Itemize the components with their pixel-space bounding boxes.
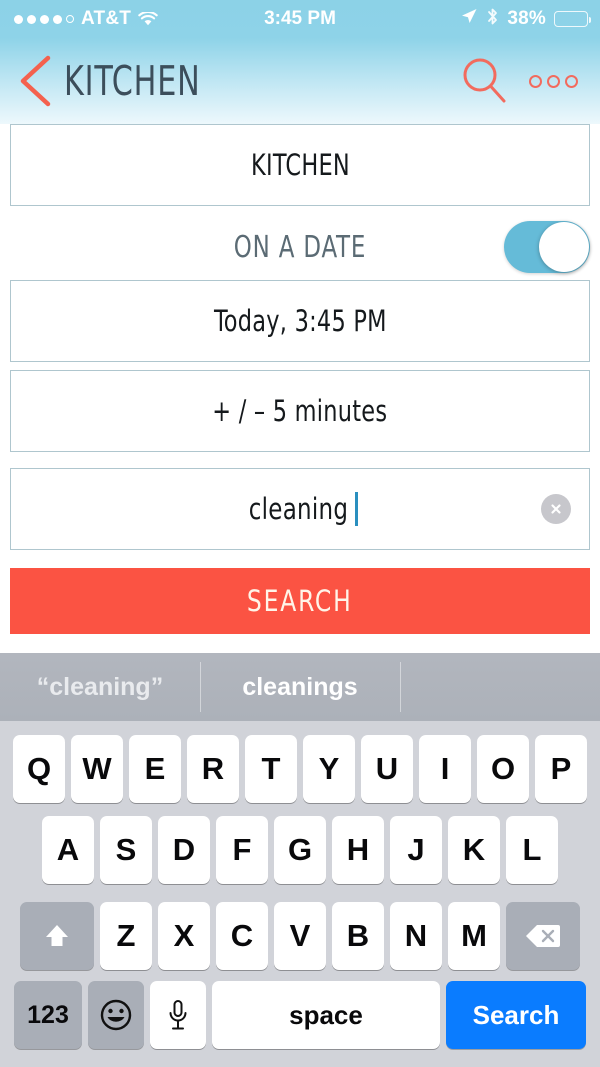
date-field-value: Today, 3:45 PM — [213, 304, 387, 338]
return-search-key[interactable]: Search — [446, 981, 586, 1049]
on-a-date-toggle[interactable] — [504, 221, 590, 273]
form-content: KITCHEN ON A DATE Today, 3:45 PM + / – 5… — [0, 124, 600, 634]
name-field[interactable]: KITCHEN — [10, 124, 590, 206]
key-a[interactable]: A — [42, 816, 94, 884]
search-input-value: cleaning — [248, 492, 348, 526]
tolerance-field-value: + / – 5 minutes — [212, 394, 388, 428]
key-q[interactable]: Q — [13, 735, 65, 803]
nav-actions — [459, 55, 600, 107]
battery-icon — [554, 11, 591, 27]
clear-circle-icon[interactable] — [541, 494, 571, 524]
key-j[interactable]: J — [390, 816, 442, 884]
suggestion-label: cleanings — [242, 672, 358, 701]
date-field[interactable]: Today, 3:45 PM — [10, 280, 590, 362]
suggestion-empty[interactable] — [400, 653, 600, 721]
search-button[interactable]: SEARCH — [10, 568, 590, 634]
key-n[interactable]: N — [390, 902, 442, 970]
backspace-icon[interactable] — [506, 902, 580, 970]
text-cursor — [355, 492, 359, 526]
search-button-label: SEARCH — [247, 584, 353, 618]
name-field-value: KITCHEN — [250, 148, 350, 182]
keyboard-row-3: ZXCVBNM — [0, 893, 600, 979]
suggestion-word[interactable]: cleanings — [200, 653, 400, 721]
microphone-icon[interactable] — [150, 981, 206, 1049]
on-a-date-label: ON A DATE — [233, 229, 367, 265]
back-chevron-icon[interactable] — [14, 54, 60, 108]
key-p[interactable]: P — [535, 735, 587, 803]
more-dot — [529, 74, 542, 88]
emoji-smiley-icon[interactable] — [88, 981, 144, 1049]
key-g[interactable]: G — [274, 816, 326, 884]
key-c[interactable]: C — [216, 902, 268, 970]
page-title: KITCHEN — [64, 57, 201, 105]
nav-bar: KITCHEN — [0, 38, 600, 124]
key-y[interactable]: Y — [303, 735, 355, 803]
key-v[interactable]: V — [274, 902, 326, 970]
key-s[interactable]: S — [100, 816, 152, 884]
key-u[interactable]: U — [361, 735, 413, 803]
key-f[interactable]: F — [216, 816, 268, 884]
search-input[interactable]: cleaning — [10, 468, 590, 550]
app-root: AT&T 3:45 PM 38% KITCHEN KITCHEN ON A DA… — [0, 0, 600, 1067]
keyboard-row-3-letters: ZXCVBNM — [100, 902, 500, 970]
keyboard-row-1: QWERTYUIOP — [0, 721, 600, 807]
key-w[interactable]: W — [71, 735, 123, 803]
key-t[interactable]: T — [245, 735, 297, 803]
key-d[interactable]: D — [158, 816, 210, 884]
key-r[interactable]: R — [187, 735, 239, 803]
search-icon[interactable] — [459, 55, 511, 107]
more-dots-icon[interactable] — [529, 74, 578, 88]
keyboard-row-4: 123 space Search — [0, 979, 600, 1059]
more-dot — [547, 74, 560, 88]
key-x[interactable]: X — [158, 902, 210, 970]
key-i[interactable]: I — [419, 735, 471, 803]
status-bar: AT&T 3:45 PM 38% — [0, 0, 600, 38]
predictive-suggestion-bar: “cleaning” cleanings — [0, 653, 600, 721]
key-l[interactable]: L — [506, 816, 558, 884]
key-b[interactable]: B — [332, 902, 384, 970]
on-a-date-row: ON A DATE — [10, 214, 590, 280]
tolerance-field[interactable]: + / – 5 minutes — [10, 370, 590, 452]
suggestion-quoted[interactable]: “cleaning” — [0, 653, 200, 721]
key-m[interactable]: M — [448, 902, 500, 970]
toggle-knob — [539, 222, 589, 272]
space-key[interactable]: space — [212, 981, 440, 1049]
shift-arrow-icon[interactable] — [20, 902, 94, 970]
more-dot — [565, 74, 578, 88]
status-bar-time: 3:45 PM — [264, 8, 336, 29]
key-z[interactable]: Z — [100, 902, 152, 970]
key-e[interactable]: E — [129, 735, 181, 803]
key-k[interactable]: K — [448, 816, 500, 884]
on-screen-keyboard: QWERTYUIOP ASDFGHJKL ZXCVBNM 123 space S… — [0, 721, 600, 1067]
keyboard-row-2: ASDFGHJKL — [0, 807, 600, 893]
key-h[interactable]: H — [332, 816, 384, 884]
suggestion-label: “cleaning” — [36, 672, 164, 701]
key-o[interactable]: O — [477, 735, 529, 803]
numbers-key[interactable]: 123 — [14, 981, 82, 1049]
